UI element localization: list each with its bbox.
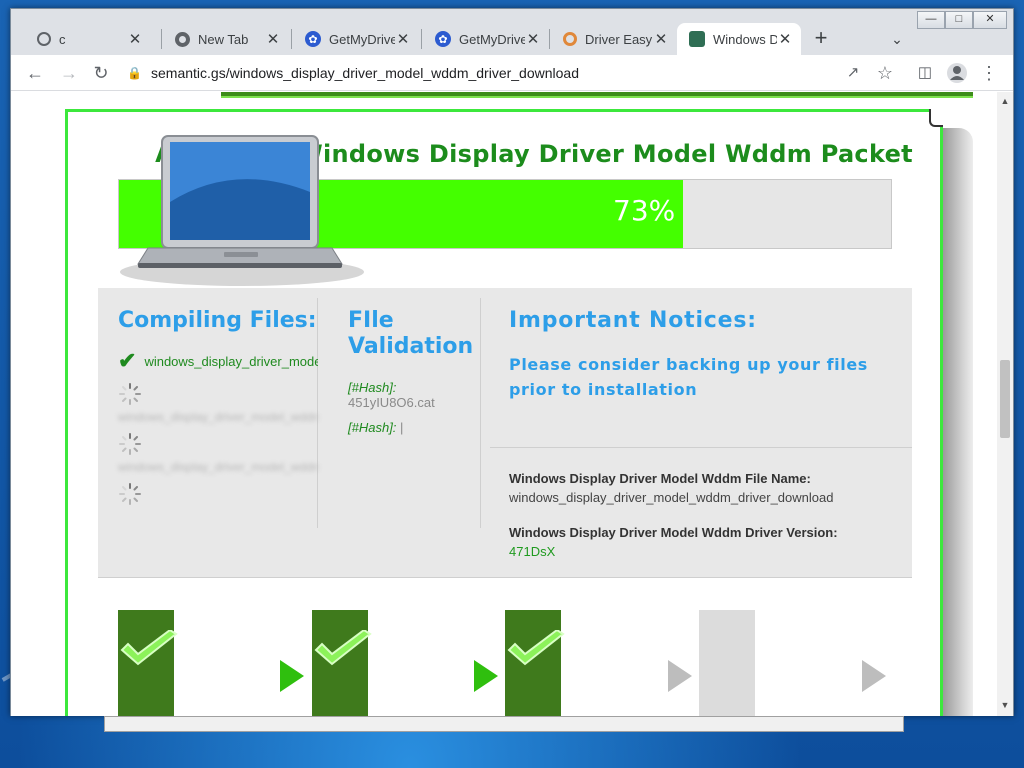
blurred-file-name: windows_display_driver_model_wddm (118, 410, 318, 424)
info-section: Compiling Files: ✔ windows_display_drive… (98, 288, 912, 578)
step-2-done (312, 610, 372, 716)
version-label: Windows Display Driver Model Wddm Driver… (509, 525, 838, 540)
hash-label: [#Hash]: (348, 380, 397, 395)
loading-spinner-icon (118, 482, 142, 506)
file-name-value: windows_display_driver_model_wddm_driver… (509, 490, 834, 505)
browser-window: — □ ✕ c ✕ New Tab ✕ ✿ GetMyDrive ✕ ✿ Get… (10, 8, 1014, 716)
laptop-icon (120, 135, 364, 286)
tab-5[interactable]: Driver Easy ✕ (551, 23, 677, 55)
close-tab-icon[interactable]: ✕ (777, 30, 793, 48)
bookmark-star-icon[interactable]: ☆ (871, 59, 899, 87)
drivereasy-icon (563, 32, 577, 46)
globe-icon (37, 32, 51, 46)
notices-divider (490, 447, 912, 448)
getmydrivers-icon: ✿ (435, 31, 451, 47)
install-steps (118, 610, 898, 716)
tab-6-active[interactable]: Windows Di ✕ (677, 23, 801, 55)
close-tab-icon[interactable]: ✕ (525, 30, 541, 48)
maximize-button[interactable]: □ (945, 11, 973, 29)
forward-arrow-icon[interactable]: → (55, 59, 83, 87)
close-tab-icon[interactable]: ✕ (395, 30, 411, 48)
compiled-file-row: ✔ windows_display_driver_model_wddm (118, 348, 318, 374)
driver-metadata: Windows Display Driver Model Wddm File N… (509, 471, 909, 559)
url-text: semantic.gs/windows_display_driver_model… (151, 65, 579, 81)
address-bar[interactable]: 🔒 semantic.gs/windows_display_driver_mod… (127, 59, 897, 87)
tab-label: Driver Easy (585, 31, 653, 47)
tab-2[interactable]: New Tab ✕ (163, 23, 289, 55)
lock-icon: 🔒 (127, 66, 142, 80)
compiling-heading: Compiling Files: (118, 308, 317, 333)
tab-label: Windows Di (713, 31, 777, 47)
hash-value: 451yIU8O6.cat (348, 395, 435, 410)
compiling-column: Compiling Files: ✔ windows_display_drive… (118, 308, 318, 506)
menu-dots-icon[interactable]: ⋮ (975, 59, 1003, 87)
version-value: 471DsX (509, 544, 556, 559)
profile-avatar-icon[interactable] (943, 59, 971, 87)
reload-icon[interactable]: ↻ (87, 59, 115, 87)
close-tab-icon[interactable]: ✕ (265, 30, 281, 48)
side-panel-icon[interactable]: ◫ (911, 59, 939, 87)
checkmark-icon (507, 630, 565, 666)
scrollbar-thumb[interactable] (1000, 360, 1010, 438)
step-1-done (118, 610, 178, 716)
file-name-label: Windows Display Driver Model Wddm File N… (509, 471, 811, 486)
share-icon[interactable]: ↗ (839, 59, 867, 87)
back-arrow-icon[interactable]: ← (21, 59, 49, 87)
tab-separator (161, 29, 162, 49)
hash-label: [#Hash]: | (348, 420, 488, 435)
tab-separator (549, 29, 550, 49)
close-tab-icon[interactable]: ✕ (127, 30, 143, 48)
vertical-scrollbar[interactable]: ▲ ▼ (997, 92, 1013, 716)
tab-search-chevron-icon[interactable]: ⌄ (883, 25, 911, 53)
hash-label-text: [#Hash]: (348, 420, 397, 435)
loading-spinner-icon (118, 382, 142, 406)
hash-value: | (400, 420, 404, 435)
background-strip (221, 92, 973, 98)
getmydrivers-icon: ✿ (305, 31, 321, 47)
checkmark-icon (120, 630, 178, 666)
tab-label: GetMyDrive (329, 31, 395, 47)
close-window-button[interactable]: ✕ (973, 11, 1007, 29)
compiled-file-name: windows_display_driver_model_wddm (144, 353, 318, 369)
tab-label: c (59, 31, 66, 47)
tab-3[interactable]: ✿ GetMyDrive ✕ (293, 23, 419, 55)
chrome-icon (175, 31, 190, 47)
validation-column: FIle Validation [#Hash]: 451yIU8O6.cat [… (348, 308, 488, 435)
tab-1[interactable]: c ✕ (25, 23, 151, 55)
minimize-button[interactable]: — (917, 11, 945, 29)
step-arrow-icon (280, 660, 304, 692)
step-arrow-icon (474, 660, 498, 692)
browser-toolbar: ← → ↻ 🔒 semantic.gs/windows_display_driv… (11, 55, 1013, 91)
tab-label: New Tab (198, 31, 249, 47)
checkmark-icon (314, 630, 372, 666)
step-4-pending (699, 610, 755, 716)
site-icon (689, 31, 705, 47)
loading-spinner-icon (118, 432, 142, 456)
tab-label: GetMyDrive (459, 31, 525, 47)
background-window-scrollbar (104, 716, 904, 732)
download-panel: Assemble Windows Display Driver Model Wd… (65, 109, 943, 716)
scroll-up-icon[interactable]: ▲ (997, 96, 1013, 110)
panel-shadow (943, 128, 973, 716)
panel-corner (929, 109, 943, 127)
tab-bar: — □ ✕ c ✕ New Tab ✕ ✿ GetMyDrive ✕ ✿ Get… (11, 9, 1013, 55)
checkmark-icon: ✔ (118, 348, 137, 373)
notices-text: Please consider backing up your files pr… (509, 355, 868, 399)
step-3-done (505, 610, 565, 716)
step-arrow-icon (862, 660, 886, 692)
blurred-file-name: windows_display_driver_model_wddm (118, 460, 318, 474)
notices-column: Important Notices: Please consider backi… (509, 308, 899, 402)
scroll-down-icon[interactable]: ▼ (997, 700, 1013, 714)
new-tab-icon[interactable]: + (807, 25, 835, 53)
tab-4[interactable]: ✿ GetMyDrive ✕ (423, 23, 549, 55)
tab-separator (421, 29, 422, 49)
step-arrow-icon (668, 660, 692, 692)
notices-heading: Important Notices: (509, 308, 757, 333)
validation-heading: FIle Validation (348, 308, 474, 359)
page-viewport: Assemble Windows Display Driver Model Wd… (11, 92, 997, 716)
progress-percent: 73% (613, 194, 676, 227)
tab-separator (291, 29, 292, 49)
close-tab-icon[interactable]: ✕ (653, 30, 669, 48)
